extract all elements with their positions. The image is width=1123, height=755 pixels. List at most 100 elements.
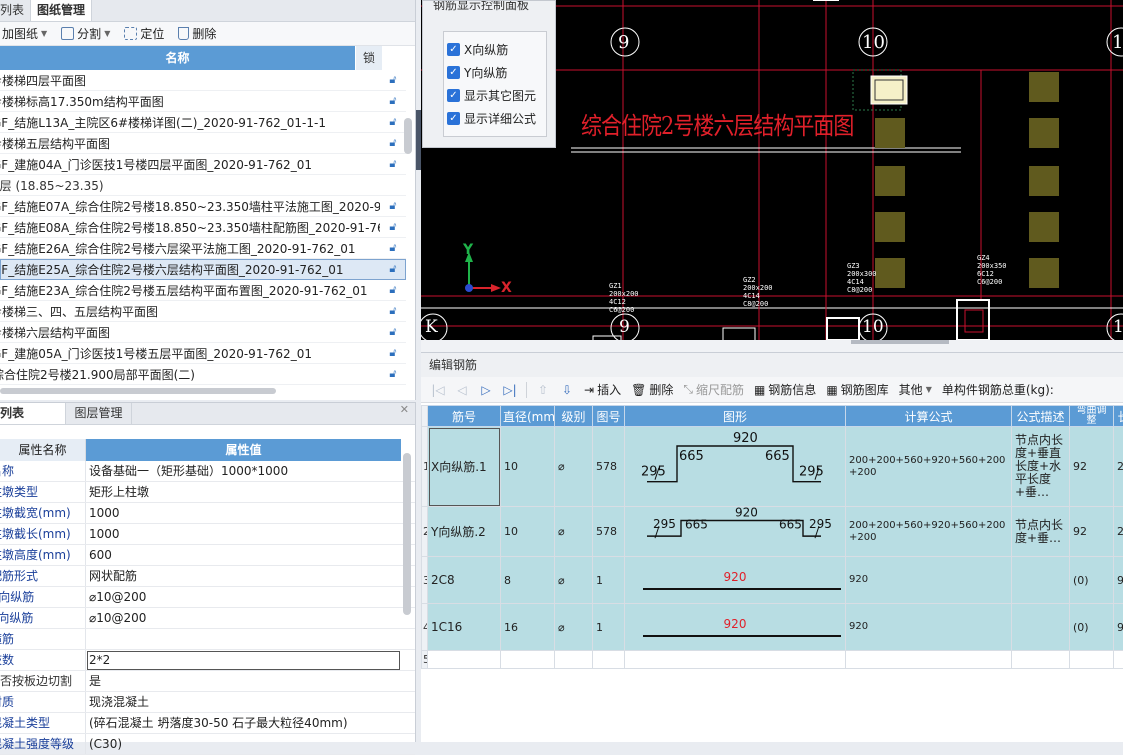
lock-icon[interactable]: 🔓︎: [380, 94, 406, 108]
formula-cell[interactable]: 920: [846, 604, 1012, 651]
diameter-cell[interactable]: 10: [501, 507, 555, 557]
fig-number-cell[interactable]: 578: [593, 427, 625, 507]
formula-desc-cell[interactable]: [1012, 604, 1070, 651]
delete-rebar-button[interactable]: 🗑删除: [627, 381, 677, 398]
drawing-list-item[interactable]: GF_建施05A_门诊医技1号楼五层平面图_2020-91-762_01🔓︎: [0, 343, 406, 364]
grade-cell[interactable]: ⌀: [555, 557, 593, 604]
add-drawing-button[interactable]: 加图纸 ▼: [2, 24, 52, 44]
previous-record-icon[interactable]: ◁: [451, 383, 473, 397]
scale-rebar-button[interactable]: ⤡缩尺配筋: [679, 381, 748, 398]
grade-cell[interactable]: ⌀: [555, 427, 593, 507]
delete-button[interactable]: 删除: [173, 24, 221, 44]
property-scrollbar[interactable]: [403, 453, 411, 615]
bar-name-cell[interactable]: 1C16: [428, 604, 501, 651]
property-value[interactable]: 1000: [86, 524, 401, 545]
horizontal-scrollbar[interactable]: [0, 388, 276, 394]
column-header-diameter[interactable]: 直径(mm): [501, 406, 555, 427]
drawing-list-item[interactable]: GF_结施E08A_综合住院2号楼18.850~23.350墙柱配筋图_2020…: [0, 217, 406, 238]
diameter-cell[interactable]: 10: [501, 427, 555, 507]
lock-icon[interactable]: 🔓︎: [380, 73, 406, 87]
drawing-list-item[interactable]: 综合住院2号楼21.900局部平面图(二)🔓︎: [0, 364, 406, 385]
next-record-icon[interactable]: ▷: [475, 383, 497, 397]
rebar-library-button[interactable]: ▦钢筋图库: [822, 381, 892, 398]
drawing-list-item[interactable]: #楼梯六层结构平面图🔓︎: [0, 322, 406, 343]
property-value[interactable]: 矩形上柱墩: [86, 482, 401, 503]
shape-cell[interactable]: 295665920665295: [625, 427, 846, 507]
lock-icon[interactable]: 🔓︎: [380, 157, 406, 171]
other-menu-button[interactable]: 其他▼: [895, 381, 936, 398]
shape-cell[interactable]: 920: [625, 604, 846, 651]
diameter-cell[interactable]: [501, 651, 555, 669]
rebar-row[interactable]: 1X向纵筋.110⌀578295665920665295200+200+560+…: [422, 427, 1123, 507]
property-value[interactable]: ⌀10@200: [86, 608, 401, 629]
splitter[interactable]: [421, 340, 1123, 352]
first-record-icon[interactable]: |◁: [427, 383, 449, 397]
formula-cell[interactable]: 200+200+560+920+560+200+200: [846, 427, 1012, 507]
rebar-info-button[interactable]: ▦钢筋信息: [750, 381, 820, 398]
drawing-list-item[interactable]: #楼梯四层平面图🔓︎: [0, 70, 406, 91]
option-y-longitudinal[interactable]: ✓ Y向纵筋: [447, 61, 543, 84]
fig-number-cell[interactable]: [593, 651, 625, 669]
checkbox-checked-icon[interactable]: ✓: [447, 66, 460, 79]
lock-icon[interactable]: 🔓︎: [380, 346, 406, 360]
property-value[interactable]: 1000: [86, 503, 401, 524]
drawing-list-item[interactable]: GF_结施E26A_综合住院2号楼六层梁平法施工图_2020-91-762_01…: [0, 238, 406, 259]
property-value[interactable]: 现浇混凝土: [86, 692, 401, 713]
option-show-detailed-formula[interactable]: ✓ 显示详细公式: [447, 107, 543, 130]
lock-icon[interactable]: 🔓︎: [380, 136, 406, 150]
fig-number-cell[interactable]: 1: [593, 557, 625, 604]
move-down-icon[interactable]: ⇩: [556, 383, 578, 397]
bar-name-cell[interactable]: [428, 651, 501, 669]
bend-adjust-cell[interactable]: (0): [1070, 604, 1114, 651]
locate-button[interactable]: 定位: [119, 24, 169, 44]
insert-button[interactable]: ⇥插入: [580, 381, 625, 398]
panel-splitter-vertical[interactable]: [416, 110, 421, 170]
bar-name-cell[interactable]: X向纵筋.1: [428, 427, 501, 507]
lock-icon[interactable]: 🔓︎: [380, 367, 406, 381]
drawing-list-item[interactable]: GF_结施E23A_综合住院2号楼五层结构平面布置图_2020-91-762_0…: [0, 280, 406, 301]
length-cell[interactable]: 27: [1114, 507, 1123, 557]
formula-desc-cell[interactable]: [1012, 651, 1070, 669]
property-value[interactable]: 2*2: [86, 650, 401, 671]
property-value[interactable]: 设备基础一（矩形基础）1000*1000: [86, 461, 401, 482]
formula-cell[interactable]: 200+200+560+920+560+200+200: [846, 507, 1012, 557]
formula-desc-cell[interactable]: 节点内长度+垂…: [1012, 507, 1070, 557]
bar-name-cell[interactable]: 2C8: [428, 557, 501, 604]
lock-icon[interactable]: 🔓︎: [380, 283, 406, 297]
lock-icon[interactable]: 🔓︎: [380, 262, 406, 276]
grade-cell[interactable]: ⌀: [555, 604, 593, 651]
close-icon[interactable]: ✕: [400, 403, 409, 416]
bar-name-cell[interactable]: Y向纵筋.2: [428, 507, 501, 557]
tab-property-list[interactable]: 列表: [0, 403, 66, 424]
drawing-list-item[interactable]: #楼梯五层结构平面图🔓︎: [0, 133, 406, 154]
lock-icon[interactable]: 🔓︎: [380, 199, 406, 213]
column-header-formula[interactable]: 计算公式: [846, 406, 1012, 427]
rebar-row[interactable]: 5: [422, 651, 1123, 669]
column-header-lock[interactable]: 锁: [356, 46, 382, 70]
tab-list[interactable]: 列表: [0, 0, 31, 21]
column-header-bar-no[interactable]: 筋号: [428, 406, 501, 427]
shape-cell[interactable]: [625, 651, 846, 669]
move-up-icon[interactable]: ⇧: [532, 383, 554, 397]
checkbox-checked-icon[interactable]: ✓: [447, 89, 460, 102]
tab-drawing-management[interactable]: 图纸管理: [31, 0, 92, 21]
last-record-icon[interactable]: ▷|: [499, 383, 521, 397]
diameter-cell[interactable]: 16: [501, 604, 555, 651]
length-cell[interactable]: [1114, 651, 1123, 669]
property-value[interactable]: ⌀10@200: [86, 587, 401, 608]
formula-cell[interactable]: [846, 651, 1012, 669]
drawing-list-item[interactable]: #楼梯三、四、五层结构平面图🔓︎: [0, 301, 406, 322]
column-header-length[interactable]: 长: [1114, 406, 1123, 427]
column-header-shape[interactable]: 图形: [625, 406, 846, 427]
shape-cell[interactable]: 920: [625, 557, 846, 604]
column-header-bend-adjust[interactable]: 弯曲调整: [1070, 406, 1114, 427]
option-show-other-elements[interactable]: ✓ 显示其它图元: [447, 84, 543, 107]
fig-number-cell[interactable]: 578: [593, 507, 625, 557]
rebar-row[interactable]: 32C88⌀1920920(0)92: [422, 557, 1123, 604]
property-value[interactable]: 600: [86, 545, 401, 566]
property-value[interactable]: (碎石混凝土 坍落度30-50 石子最大粒径40mm): [86, 713, 401, 734]
length-cell[interactable]: 92: [1114, 557, 1123, 604]
property-value[interactable]: 是: [86, 671, 401, 692]
property-value[interactable]: 网状配筋: [86, 566, 401, 587]
checkbox-checked-icon[interactable]: ✓: [447, 112, 460, 125]
